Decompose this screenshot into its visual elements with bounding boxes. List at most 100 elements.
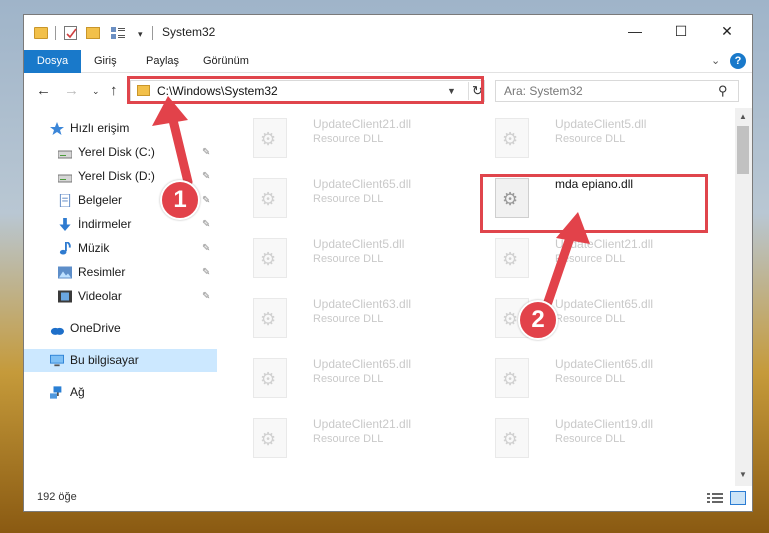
properties-check-icon[interactable] bbox=[64, 26, 77, 40]
pin-icon[interactable]: ✎ bbox=[202, 213, 210, 236]
sidebar-item-label: İndirmeler bbox=[78, 217, 132, 231]
file-name: UpdateClient65.dll bbox=[313, 357, 412, 371]
sidebar-item-label: Ağ bbox=[70, 385, 85, 399]
folder-icon[interactable] bbox=[34, 27, 48, 39]
sidebar-item-label: Belgeler bbox=[78, 193, 123, 207]
file-item[interactable]: ⚙ UpdateClient21.dll Resource DLL bbox=[241, 112, 471, 170]
title-bar: ▾ System32 — ☐ ✕ bbox=[24, 15, 752, 50]
file-item[interactable]: ⚙ UpdateClient19.dll Resource DLL bbox=[483, 412, 713, 470]
dll-file-icon: ⚙ bbox=[253, 118, 287, 158]
sidebar-item-quick-access[interactable]: Hızlı erişim bbox=[24, 117, 217, 140]
minimize-button[interactable]: — bbox=[612, 15, 658, 47]
window-title: System32 bbox=[162, 25, 216, 39]
pin-icon[interactable]: ✎ bbox=[202, 285, 210, 308]
tab-view[interactable]: Görünüm bbox=[193, 50, 259, 73]
sidebar-item-label: Bu bilgisayar bbox=[70, 353, 139, 367]
download-icon bbox=[59, 218, 71, 231]
pin-icon[interactable]: ✎ bbox=[202, 141, 210, 164]
file-description: Resource DLL bbox=[313, 193, 384, 205]
sidebar-item-network[interactable]: Ağ bbox=[24, 381, 217, 404]
recent-locations-icon[interactable]: ⌄ bbox=[92, 86, 100, 97]
file-description: Resource DLL bbox=[313, 433, 384, 445]
file-description: Resource DLL bbox=[555, 133, 626, 145]
divider bbox=[152, 26, 153, 40]
file-description: Resource DLL bbox=[555, 373, 626, 385]
star-icon bbox=[50, 122, 64, 135]
network-icon bbox=[50, 386, 62, 399]
dll-file-icon: ⚙ bbox=[253, 238, 287, 278]
pictures-icon bbox=[58, 266, 72, 279]
file-name: UpdateClient63.dll bbox=[313, 297, 412, 311]
scroll-thumb[interactable] bbox=[737, 126, 749, 174]
vertical-scrollbar[interactable]: ▲ ▼ bbox=[735, 108, 752, 486]
maximize-button[interactable]: ☐ bbox=[658, 15, 704, 47]
file-highlight bbox=[480, 174, 708, 233]
file-name: UpdateClient19.dll bbox=[555, 417, 654, 431]
details-view-icon[interactable] bbox=[707, 492, 723, 504]
file-item[interactable]: ⚙ UpdateClient63.dll Resource DLL bbox=[241, 292, 471, 350]
dll-file-icon: ⚙ bbox=[253, 418, 287, 458]
music-icon bbox=[59, 242, 71, 255]
pin-icon[interactable]: ✎ bbox=[202, 165, 210, 188]
dll-file-icon: ⚙ bbox=[495, 418, 529, 458]
dll-file-icon: ⚙ bbox=[253, 178, 287, 218]
back-button[interactable]: ← bbox=[36, 82, 51, 99]
status-bar: 192 öğe bbox=[24, 487, 752, 512]
new-folder-icon[interactable] bbox=[86, 27, 100, 39]
search-input[interactable]: Ara: System32 ⚲ bbox=[495, 80, 739, 102]
file-item[interactable]: ⚙ UpdateClient5.dll Resource DLL bbox=[241, 232, 471, 290]
sidebar-item-local-disk-c[interactable]: Yerel Disk (C:) ✎ bbox=[24, 141, 217, 164]
pin-icon[interactable]: ✎ bbox=[202, 261, 210, 284]
cloud-icon bbox=[50, 327, 64, 335]
file-item[interactable]: ⚙ UpdateClient65.dll Resource DLL bbox=[241, 172, 471, 230]
file-description: Resource DLL bbox=[313, 373, 384, 385]
forward-button[interactable]: → bbox=[64, 82, 79, 99]
pin-icon[interactable]: ✎ bbox=[202, 189, 210, 212]
computer-icon bbox=[50, 354, 64, 367]
sidebar-item-label: Hızlı erişim bbox=[70, 121, 130, 135]
item-count: 192 öğe bbox=[37, 491, 77, 503]
file-description: Resource DLL bbox=[555, 253, 626, 265]
documents-icon bbox=[59, 194, 71, 207]
scroll-up-icon[interactable]: ▲ bbox=[739, 112, 747, 121]
pin-icon[interactable]: ✎ bbox=[202, 237, 210, 260]
customize-icon[interactable] bbox=[110, 26, 126, 40]
large-icons-view-icon[interactable] bbox=[730, 491, 746, 505]
file-description: Resource DLL bbox=[555, 433, 626, 445]
sidebar-item-label: Yerel Disk (C:) bbox=[78, 145, 155, 159]
sidebar-item-pictures[interactable]: Resimler ✎ bbox=[24, 261, 217, 284]
divider bbox=[55, 26, 56, 40]
quick-access-dropdown-icon[interactable]: ▾ bbox=[138, 29, 143, 45]
videos-icon bbox=[58, 290, 72, 303]
file-item[interactable]: ⚙ UpdateClient65.dll Resource DLL bbox=[241, 352, 471, 410]
ribbon: Dosya Giriş Paylaş Görünüm ⌄ ? bbox=[24, 50, 752, 73]
dll-file-icon: ⚙ bbox=[495, 238, 529, 278]
help-icon[interactable]: ? bbox=[730, 53, 746, 69]
sidebar-item-this-pc[interactable]: Bu bilgisayar bbox=[24, 349, 217, 372]
sidebar-item-videos[interactable]: Videolar ✎ bbox=[24, 285, 217, 308]
file-item[interactable]: ⚙ UpdateClient21.dll Resource DLL bbox=[241, 412, 471, 470]
tab-home[interactable]: Giriş bbox=[84, 50, 127, 73]
sidebar-item-onedrive[interactable]: OneDrive bbox=[24, 317, 217, 340]
address-bar-highlight bbox=[127, 76, 484, 104]
file-description: Resource DLL bbox=[313, 133, 384, 145]
tab-file[interactable]: Dosya bbox=[24, 50, 81, 73]
step-1-badge: 1 bbox=[160, 180, 200, 220]
dll-file-icon: ⚙ bbox=[253, 358, 287, 398]
expand-ribbon-icon[interactable]: ⌄ bbox=[711, 54, 720, 67]
sidebar-item-music[interactable]: Müzik ✎ bbox=[24, 237, 217, 260]
tab-share[interactable]: Paylaş bbox=[136, 50, 189, 73]
file-item[interactable]: ⚙ UpdateClient65.dll Resource DLL bbox=[483, 352, 713, 410]
search-icon[interactable]: ⚲ bbox=[718, 83, 728, 99]
file-description: Resource DLL bbox=[313, 313, 384, 325]
file-description: Resource DLL bbox=[555, 313, 626, 325]
up-button[interactable]: ↑ bbox=[110, 82, 118, 99]
file-list: ⚙ UpdateClient21.dll Resource DLL ⚙ Upda… bbox=[221, 108, 735, 486]
file-item[interactable]: ⚙ UpdateClient5.dll Resource DLL bbox=[483, 112, 713, 170]
scroll-down-icon[interactable]: ▼ bbox=[739, 470, 747, 479]
drive-icon bbox=[58, 174, 72, 183]
file-description: Resource DLL bbox=[313, 253, 384, 265]
search-placeholder: Ara: System32 bbox=[504, 84, 583, 98]
close-button[interactable]: ✕ bbox=[704, 15, 750, 47]
file-item[interactable]: ⚙ UpdateClient21.dll Resource DLL bbox=[483, 232, 713, 290]
